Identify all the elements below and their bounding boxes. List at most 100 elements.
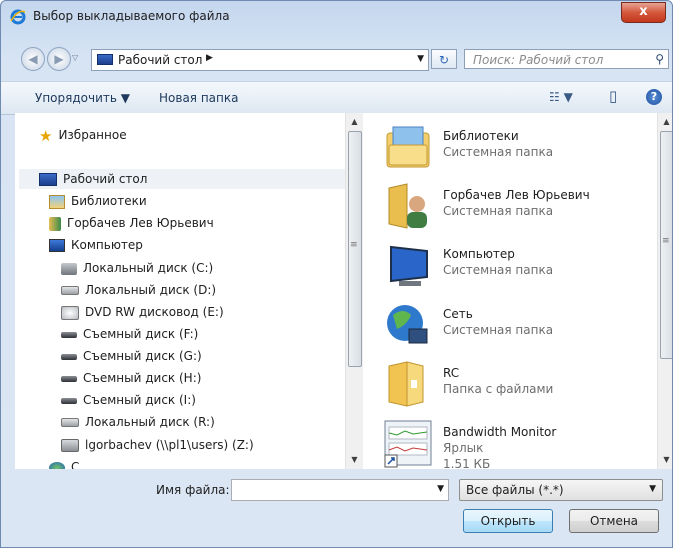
tree-item-desktop[interactable]: Рабочий стол (19, 169, 360, 189)
help-icon[interactable]: ? (646, 89, 662, 105)
file-type: Системная папка (443, 323, 554, 337)
history-dropdown-icon[interactable]: ▽ (72, 53, 78, 62)
open-button[interactable]: Открыть (463, 509, 553, 533)
views-icon[interactable]: ☷ ▼ (549, 90, 573, 104)
scroll-down-arrow[interactable]: ▼ (346, 451, 363, 468)
network-drive-icon (61, 439, 79, 452)
scroll-thumb[interactable]: ≡ (348, 131, 362, 367)
bandwidth-monitor-icon (384, 420, 432, 468)
file-type: Ярлык (443, 441, 484, 455)
refresh-button[interactable]: ↻ (431, 49, 457, 69)
command-bar: Упорядочить ▼ Новая папка ☷ ▼ ▯ ? (1, 81, 672, 115)
file-type: Системная папка (443, 263, 554, 277)
removable-drive-icon (61, 331, 77, 338)
chevron-down-icon[interactable]: ▼ (649, 484, 656, 494)
grip-icon: ≡ (662, 236, 670, 246)
file-name: Компьютер (443, 247, 515, 261)
tree-label: Библиотеки (71, 194, 147, 208)
close-button[interactable]: x (621, 2, 666, 23)
organize-button[interactable]: Упорядочить ▼ (35, 91, 130, 105)
filename-input[interactable]: ▼ (231, 479, 449, 501)
navigation-row: ◀ ▶ ▽ Рабочий стол ▶ ▼ ↻ Поиск: Рабочий … (1, 41, 672, 75)
file-list-scrollbar[interactable]: ▲ ≡ ▼ (657, 113, 672, 469)
hard-drive-icon (61, 286, 79, 295)
tree-label: lgorbachev (\\pl1\users) (Z:) (85, 438, 254, 452)
user-folder-icon (388, 183, 427, 229)
file-name: RC (443, 366, 460, 380)
removable-drive-icon (61, 375, 77, 382)
filetype-select[interactable]: Все файлы (*.*) ▼ (459, 479, 663, 501)
list-item[interactable]: Сеть Системная папка (381, 299, 651, 355)
tree-item-drive-z[interactable]: lgorbachev (\\pl1\users) (Z:) (61, 435, 254, 455)
address-dropdown-icon[interactable]: ▼ (417, 54, 424, 64)
preview-pane-icon[interactable]: ▯ (609, 87, 617, 105)
navigation-scrollbar[interactable]: ▲ ≡ ▼ (345, 113, 363, 469)
title-bar: Выбор выкладываемого файла x (1, 1, 672, 31)
tree-item-drive-i[interactable]: Съемный диск (I:) (61, 390, 196, 410)
scroll-thumb[interactable]: ≡ (660, 131, 672, 359)
tree-item-user[interactable]: Горбачев Лев Юрьевич (49, 213, 214, 233)
scroll-down-arrow[interactable]: ▼ (658, 451, 672, 468)
window-title: Выбор выкладываемого файла (33, 9, 230, 23)
search-input[interactable]: Поиск: Рабочий стол ⚲ (464, 49, 669, 69)
tree-label: Горбачев Лев Юрьевич (67, 216, 214, 230)
tree-item-drive-r[interactable]: Локальный диск (R:) (61, 412, 215, 432)
search-placeholder: Поиск: Рабочий стол (473, 53, 604, 67)
chevron-down-icon[interactable]: ▼ (437, 484, 444, 494)
hard-drive-icon (61, 418, 79, 427)
address-text[interactable]: Рабочий стол (118, 53, 202, 67)
libraries-folder-icon (386, 126, 430, 168)
tree-item-drive-c[interactable]: Локальный диск (C:) (61, 258, 213, 278)
removable-drive-icon (61, 353, 77, 360)
tree-label: Рабочий стол (63, 172, 148, 186)
tree-item-favorites[interactable]: ★ Избранное (39, 125, 127, 145)
filetype-value: Все файлы (*.*) (466, 483, 564, 497)
list-item[interactable]: RC Папка с файлами (381, 358, 651, 414)
file-list[interactable]: Библиотеки Системная папка Горбачев Лев … (363, 113, 657, 469)
file-type: Папка с файлами (443, 382, 554, 396)
forward-button[interactable]: ▶ (47, 47, 71, 71)
tree-label: Компьютер (71, 238, 143, 252)
file-type: Системная папка (443, 204, 554, 218)
scroll-up-arrow[interactable]: ▲ (658, 113, 672, 130)
address-bar[interactable]: Рабочий стол ▶ ▼ (91, 49, 429, 71)
tree-item-libraries[interactable]: Библиотеки (49, 191, 147, 211)
tree-item-drive-h[interactable]: Съемный диск (H:) (61, 368, 201, 388)
system-drive-icon (61, 262, 77, 275)
file-type: Системная папка (443, 145, 554, 159)
file-name: Сеть (443, 307, 473, 321)
tree-item-drive-e[interactable]: DVD RW дисковод (E:) (61, 302, 224, 322)
library-icon (49, 194, 65, 209)
tree-item-drive-d[interactable]: Локальный диск (D:) (61, 280, 216, 300)
tree-label: Съемный диск (H:) (83, 371, 202, 385)
list-item[interactable]: Горбачев Лев Юрьевич Системная папка (381, 180, 651, 236)
search-icon[interactable]: ⚲ (655, 52, 664, 66)
file-name: Библиотеки (443, 129, 519, 143)
navigation-pane[interactable]: ★ Избранное Рабочий стол Библиотеки Горба… (15, 113, 361, 469)
tree-label: Съемный диск (I:) (83, 393, 196, 407)
tree-label: Съемный диск (G:) (83, 349, 202, 363)
file-dialog-window: Выбор выкладываемого файла x ◀ ▶ ▽ Рабоч… (0, 0, 673, 548)
tree-label: Локальный диск (C:) (83, 261, 214, 275)
tree-item-drive-f[interactable]: Съемный диск (F:) (61, 324, 198, 344)
new-folder-button[interactable]: Новая папка (159, 91, 238, 105)
user-folder-icon (49, 216, 61, 231)
tree-item-drive-g[interactable]: Съемный диск (G:) (61, 346, 202, 366)
tree-item-network[interactable]: С (49, 457, 79, 469)
list-item[interactable]: Bandwidth Monitor Ярлык 1.51 КБ (381, 417, 651, 469)
bottom-panel: Имя файла: ▼ Все файлы (*.*) ▼ Открыть О… (1, 469, 672, 547)
tree-label: DVD RW дисковод (E:) (85, 305, 224, 319)
cancel-button[interactable]: Отмена (569, 509, 659, 533)
list-item[interactable]: Библиотеки Системная папка (381, 121, 651, 177)
network-icon (387, 305, 428, 344)
network-icon (49, 461, 65, 469)
desktop-icon (39, 173, 57, 186)
list-item[interactable]: Компьютер Системная папка (381, 239, 651, 295)
chevron-right-icon[interactable]: ▶ (206, 53, 213, 63)
ie-icon (10, 9, 26, 25)
back-button[interactable]: ◀ (21, 47, 45, 71)
tree-label: Локальный диск (R:) (85, 415, 215, 429)
tree-item-computer[interactable]: Компьютер (49, 235, 143, 255)
file-size: 1.51 КБ (443, 457, 491, 469)
scroll-up-arrow[interactable]: ▲ (346, 113, 363, 130)
